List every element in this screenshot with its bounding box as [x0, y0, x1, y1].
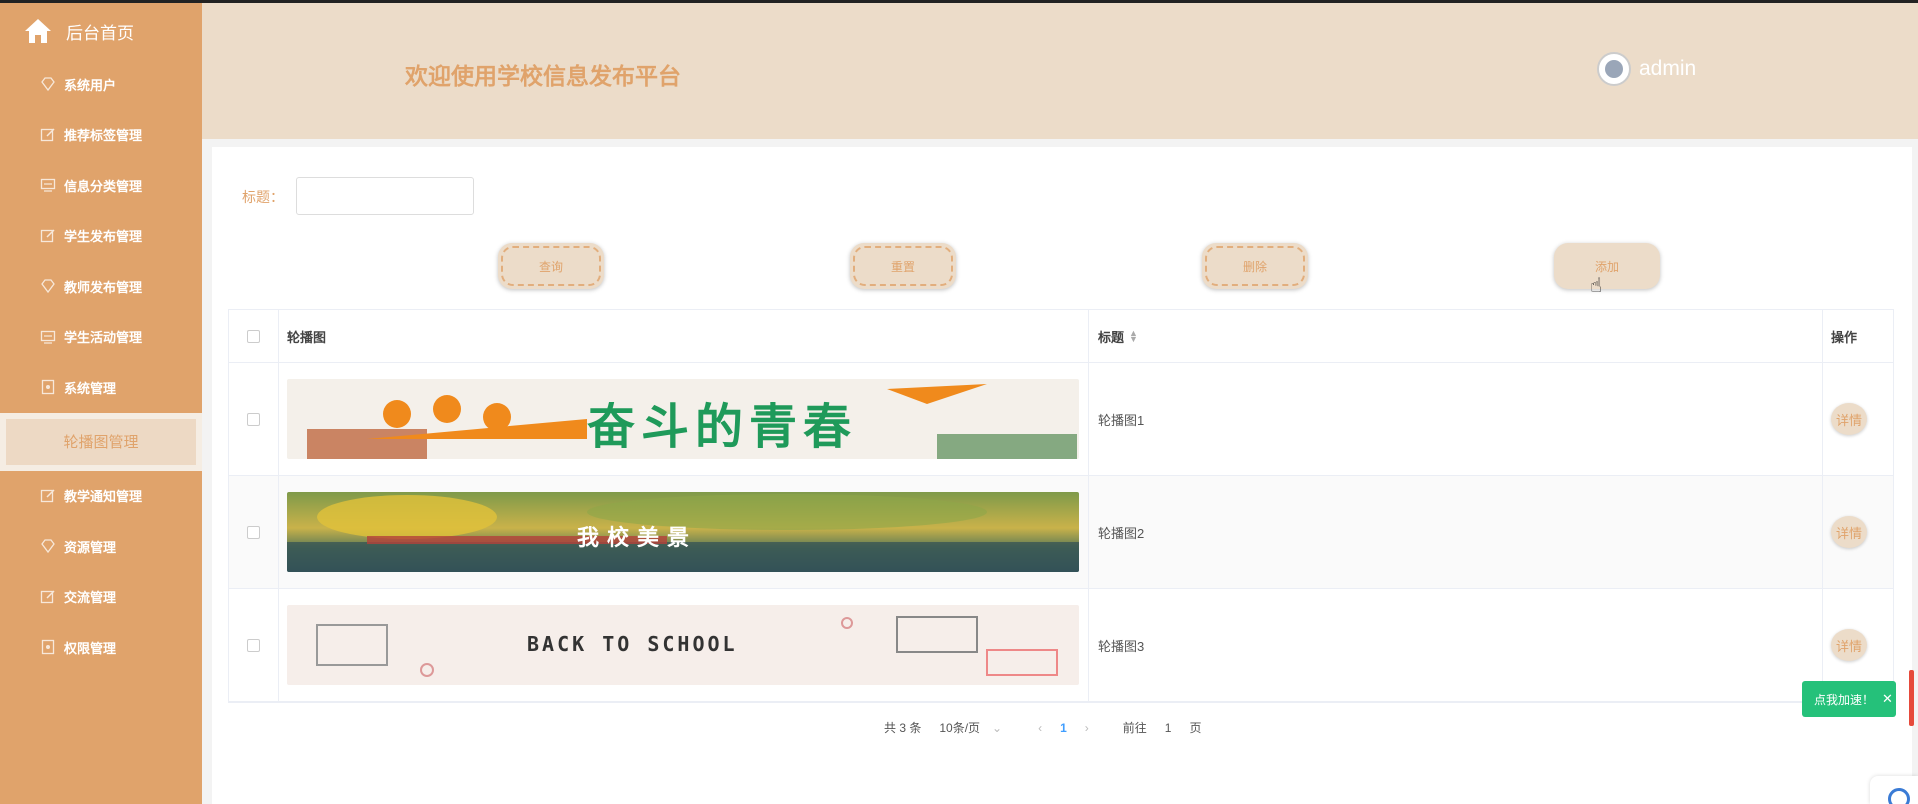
banner-text: 我校美景 [577, 525, 698, 551]
diamond-icon [41, 539, 55, 554]
sidebar-item-label: 系统用户 [64, 77, 117, 93]
sidebar-item-system-users[interactable]: 系统用户 [0, 59, 202, 110]
delete-button[interactable]: 删除 [1202, 243, 1308, 289]
add-button-label: 添加 [1594, 259, 1619, 274]
sidebar-item-label: 权限管理 [64, 640, 117, 656]
banner-text: 奋斗的青春 [587, 401, 858, 454]
add-button[interactable]: 添加 [1554, 243, 1660, 289]
table-row: BACK TO SCHOOL 轮播图3 详情 [229, 589, 1893, 702]
row-checkbox[interactable] [247, 412, 260, 426]
diamond-icon [41, 279, 55, 294]
user-menu[interactable]: admin [1597, 52, 1696, 86]
carousel-table: 轮播图 标题 ▲ ▼ 操作 奋斗的青春 轮播图1 详情 我校美景 轮播图2 详情… [228, 309, 1894, 703]
row-title: 轮播图2 [1089, 476, 1823, 588]
sidebar-item-label: 信息分类管理 [64, 178, 143, 194]
page-title: 欢迎使用学校信息发布平台 [405, 63, 681, 89]
carousel-image: 奋斗的青春 [287, 379, 1079, 459]
next-page-icon[interactable]: › [1085, 721, 1089, 735]
edit-icon [40, 128, 55, 141]
hand-cursor-icon: ☝ [1590, 275, 1603, 297]
username: admin [1639, 57, 1697, 80]
sidebar-item-label: 系统管理 [64, 380, 117, 396]
home-icon [25, 19, 51, 43]
col-header-action: 操作 [1831, 329, 1858, 345]
sidebar-item-label: 轮播图管理 [6, 418, 196, 465]
sidebar-item-label: 资源管理 [64, 539, 117, 555]
sidebar-item-label: 教师发布管理 [64, 279, 143, 295]
reset-button[interactable]: 重置 [850, 243, 956, 289]
close-icon[interactable]: ✕ [1882, 691, 1893, 707]
table-row: 我校美景 轮播图2 详情 [229, 476, 1893, 589]
sidebar-item-label: 教学通知管理 [64, 489, 143, 505]
side-red-tab[interactable] [1909, 670, 1914, 726]
prev-page-icon[interactable]: ‹ [1038, 721, 1042, 735]
carousel-image: 我校美景 [287, 492, 1079, 572]
row-checkbox[interactable] [247, 525, 260, 539]
row-title: 轮播图3 [1089, 589, 1823, 701]
sidebar: 后台首页 系统用户 推荐标签管理 信息分类管理 学生发布管理 教师发布管理 学生… [0, 3, 202, 804]
table-row: 奋斗的青春 轮播图1 详情 [229, 363, 1893, 476]
chevron-down-icon: ⌄ [992, 721, 1003, 735]
sidebar-item-label: 学生发布管理 [64, 229, 143, 245]
sidebar-item-tags[interactable]: 推荐标签管理 [0, 110, 202, 161]
goto-suffix: 页 [1189, 721, 1202, 735]
main-content: 标题： 查询 重置 删除 添加 轮播图 标题 ▲ ▼ 操作 奋斗的青春 轮播图1… [212, 147, 1912, 804]
header: 欢迎使用学校信息发布平台 admin [202, 3, 1918, 139]
banner-text: BACK TO SCHOOL [527, 632, 738, 656]
pagination: 共 3 条 10条/页 ⌄ ‹ 1 › 前往 1 页 [212, 719, 1912, 736]
sidebar-item-permissions[interactable]: 权限管理 [0, 622, 202, 673]
sidebar-home-label: 后台首页 [66, 23, 134, 43]
detail-button[interactable]: 详情 [1831, 629, 1867, 661]
select-all-checkbox[interactable] [247, 329, 260, 343]
search-label: 标题： [242, 189, 284, 205]
sidebar-item-communication[interactable]: 交流管理 [0, 572, 202, 623]
sort-icon[interactable]: ▲ ▼ [1129, 329, 1138, 344]
detail-button[interactable]: 详情 [1831, 403, 1867, 435]
sidebar-item-label: 学生活动管理 [64, 330, 143, 346]
doc-icon [41, 640, 55, 655]
detail-button[interactable]: 详情 [1831, 516, 1867, 548]
query-button[interactable]: 查询 [498, 243, 604, 289]
col-header-title-label: 标题 [1098, 329, 1125, 345]
speedup-widget[interactable]: 点我加速！ ✕ [1802, 681, 1896, 717]
sidebar-item-system-management[interactable]: 系统管理 [0, 362, 202, 413]
sidebar-item-student-activities[interactable]: 学生活动管理 [0, 312, 202, 363]
doc-icon [41, 380, 55, 395]
table-header: 轮播图 标题 ▲ ▼ 操作 [229, 310, 1893, 363]
goto-label: 前往 [1122, 721, 1147, 735]
goto-page-input[interactable]: 1 [1165, 721, 1172, 735]
page-size-select[interactable]: 10条/页 ⌄ [939, 719, 1020, 736]
sidebar-item-student-posts[interactable]: 学生发布管理 [0, 211, 202, 262]
sidebar-item-categories[interactable]: 信息分类管理 [0, 160, 202, 211]
edit-icon [40, 590, 55, 603]
chat-icon [1888, 788, 1910, 804]
row-checkbox[interactable] [247, 638, 260, 652]
monitor-icon [40, 179, 56, 192]
speedup-label: 点我加速！ [1814, 692, 1875, 707]
carousel-image: BACK TO SCHOOL [287, 605, 1079, 685]
edit-icon [40, 229, 55, 242]
button-dash-border [1205, 246, 1305, 286]
button-dash-border [853, 246, 953, 286]
col-header-title[interactable]: 标题 ▲ ▼ [1089, 310, 1823, 362]
page-size-value: 10条/页 [939, 721, 981, 735]
page-number[interactable]: 1 [1060, 721, 1067, 735]
sidebar-home[interactable]: 后台首页 [0, 3, 202, 59]
row-title: 轮播图1 [1089, 363, 1823, 475]
sidebar-item-label: 推荐标签管理 [64, 128, 143, 144]
sidebar-item-teaching-notices[interactable]: 教学通知管理 [0, 471, 202, 522]
sidebar-item-label: 交流管理 [64, 590, 117, 606]
monitor-icon [40, 330, 56, 344]
sidebar-item-carousel[interactable]: 轮播图管理 [0, 412, 202, 471]
avatar [1597, 52, 1631, 86]
button-dash-border [501, 246, 601, 286]
title-search-input[interactable] [296, 177, 474, 215]
pagination-total: 共 3 条 [884, 721, 922, 735]
col-header-image: 轮播图 [279, 310, 1089, 362]
edit-icon [40, 489, 55, 502]
sidebar-item-resources[interactable]: 资源管理 [0, 521, 202, 572]
diamond-icon [41, 77, 55, 92]
sidebar-item-teacher-posts[interactable]: 教师发布管理 [0, 261, 202, 312]
